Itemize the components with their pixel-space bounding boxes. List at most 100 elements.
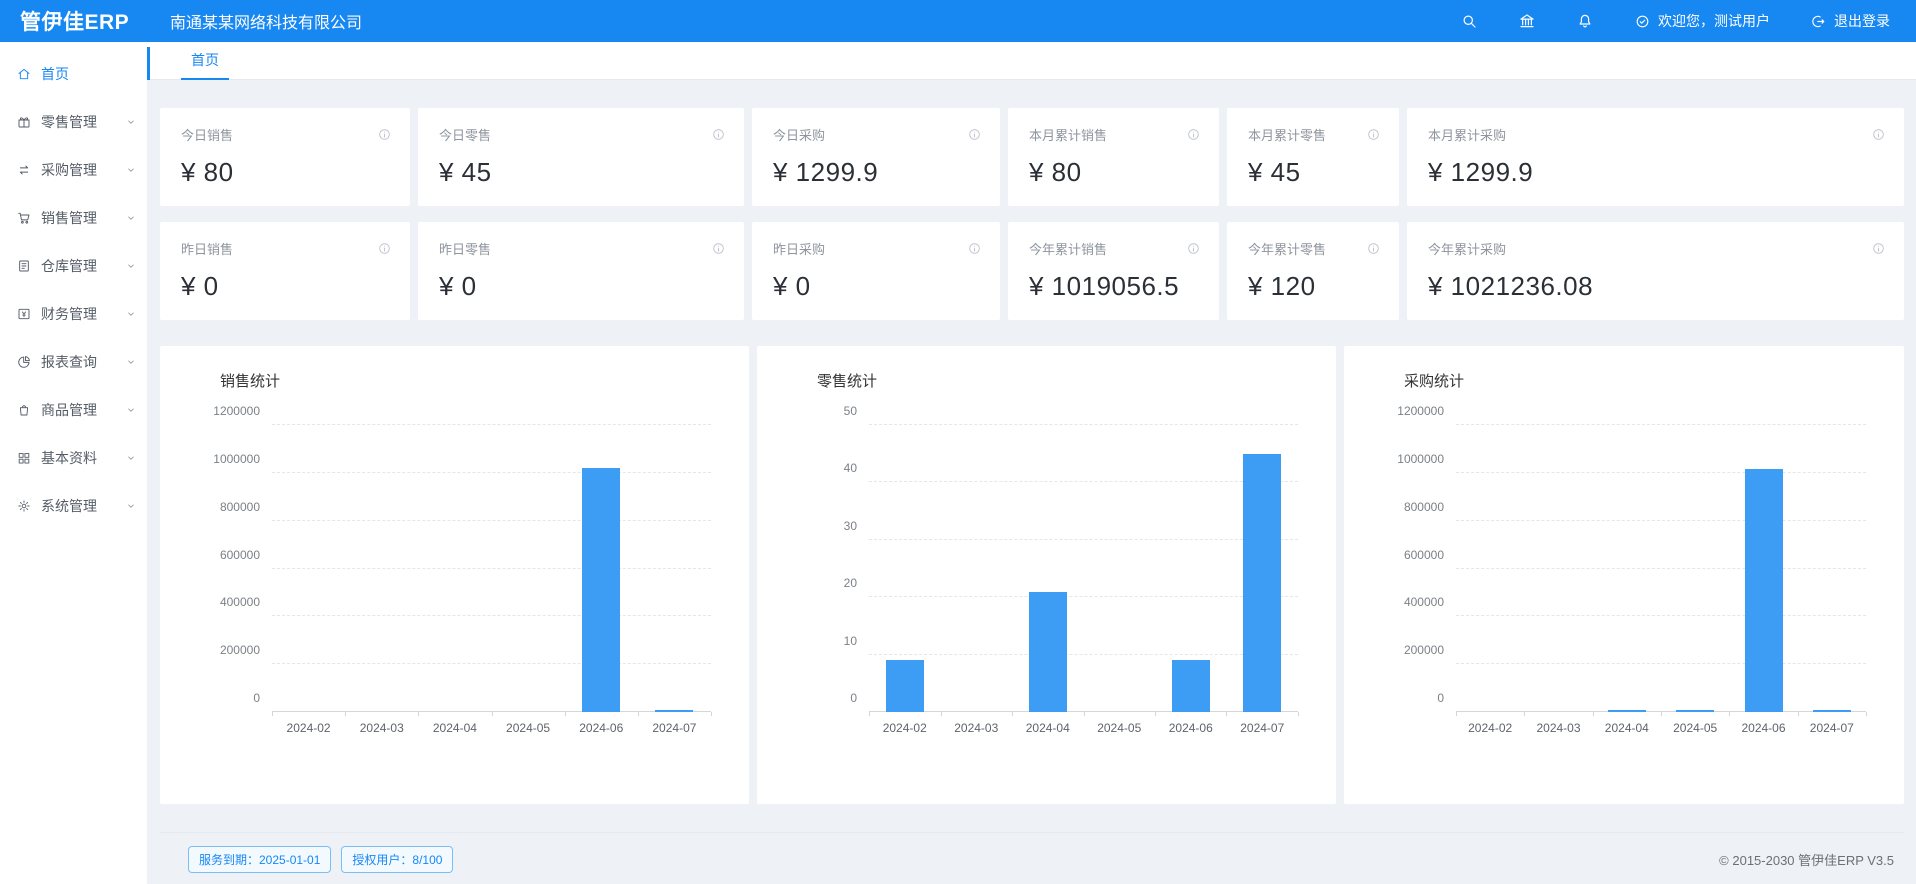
y-axis-tick-label: 400000 [1404,595,1444,609]
x-axis-tick-label: 2024-03 [340,721,424,735]
basic-grid-icon [16,450,32,466]
stat-card-value: ¥ 0 [181,271,392,302]
sidebar-item-warehouse[interactable]: 仓库管理 [0,242,147,290]
x-axis-tick [941,712,942,716]
search-icon[interactable] [1460,12,1478,30]
stat-card-value: ¥ 1299.9 [773,157,982,188]
gridline [1456,520,1866,521]
x-axis-tick-label: 2024-02 [267,721,351,735]
chart-card: 销售统计020000040000060000080000010000001200… [160,346,749,804]
stat-card-header: 昨日采购 [773,239,982,258]
sidebar-item-label: 基本资料 [41,448,125,468]
bar [886,660,924,712]
chevron-down-icon [125,212,137,224]
info-icon[interactable] [1186,241,1201,256]
sidebar-item-label: 商品管理 [41,400,125,420]
sidebar-item-purchase[interactable]: 采购管理 [0,146,147,194]
sidebar-item-basicdata[interactable]: 基本资料 [0,434,147,482]
x-axis-tick [1729,712,1730,716]
sidebar-item-goods[interactable]: 商品管理 [0,386,147,434]
stat-card-title: 今日零售 [439,125,491,144]
info-icon[interactable] [711,127,726,142]
tab-bar-accent [147,47,150,80]
stat-card-value: ¥ 80 [181,157,392,188]
gridline [869,539,1298,540]
x-axis-tick [1798,712,1799,716]
header-actions: 欢迎您，测试用户 退出登录 [1420,11,1916,31]
sidebar-item-sales[interactable]: 销售管理 [0,194,147,242]
user-circle-icon [1634,13,1651,30]
stat-card: 昨日采购¥ 0 [752,222,1000,320]
info-icon[interactable] [1186,127,1201,142]
x-axis-tick-label: 2024-04 [413,721,497,735]
x-axis-tick [1593,712,1594,716]
gridline [869,424,1298,425]
stat-card-header: 今年累计销售 [1029,239,1201,258]
sidebar-item-label: 首页 [41,64,137,84]
sidebar-item-home[interactable]: 首页 [0,50,147,98]
sidebar-item-reports[interactable]: 报表查询 [0,338,147,386]
y-axis-tick-label: 1000000 [213,452,260,466]
info-icon[interactable] [967,127,982,142]
sidebar-item-label: 报表查询 [41,352,125,372]
sidebar-item-finance[interactable]: 财务管理 [0,290,147,338]
x-axis-tick [418,712,419,716]
chevron-down-icon [125,164,137,176]
logout-text: 退出登录 [1834,11,1890,31]
x-axis-tick [1456,712,1457,716]
chart-card: 采购统计020000040000060000080000010000001200… [1344,346,1904,804]
stat-card-value: ¥ 1021236.08 [1428,271,1886,302]
tab-home[interactable]: 首页 [171,42,239,80]
x-axis-tick [1298,712,1299,716]
stat-card-title: 昨日销售 [181,239,233,258]
y-axis-tick-label: 200000 [220,643,260,657]
footer: 服务到期：2025-01-01 授权用户：8/100 © 2015-2030 管… [160,832,1904,873]
info-icon[interactable] [1366,127,1381,142]
stat-card: 本月累计零售¥ 45 [1227,108,1399,206]
chevron-down-icon [125,116,137,128]
y-axis-tick-label: 1000000 [1397,452,1444,466]
bar [1029,592,1067,713]
info-icon[interactable] [377,127,392,142]
gridline [272,568,711,569]
y-axis-tick-label: 1200000 [213,404,260,418]
logout-button[interactable]: 退出登录 [1810,11,1890,31]
gridline [1456,568,1866,569]
info-icon[interactable] [377,241,392,256]
bell-icon[interactable] [1576,12,1594,30]
info-icon[interactable] [1366,241,1381,256]
gridline [869,481,1298,482]
stat-card-value: ¥ 1299.9 [1428,157,1886,188]
stat-card-header: 昨日销售 [181,239,392,258]
x-axis-tick [1524,712,1525,716]
x-axis-tick [711,712,712,716]
y-axis-tick-label: 30 [844,519,857,533]
stat-card-header: 今日销售 [181,125,392,144]
chevron-down-icon [125,308,137,320]
purchase-swap-icon [16,162,32,178]
stat-card: 本月累计销售¥ 80 [1008,108,1219,206]
sidebar-item-system[interactable]: 系统管理 [0,482,147,530]
stat-card-title: 本月累计销售 [1029,125,1107,144]
user-welcome[interactable]: 欢迎您，测试用户 [1634,11,1770,31]
welcome-text: 欢迎您，测试用户 [1658,11,1770,31]
x-axis-tick [1155,712,1156,716]
info-icon[interactable] [967,241,982,256]
stat-card-title: 今年累计零售 [1248,239,1326,258]
chevron-down-icon [125,452,137,464]
info-icon[interactable] [711,241,726,256]
bank-icon[interactable] [1518,12,1536,30]
sidebar-item-retail[interactable]: 零售管理 [0,98,147,146]
chart-card: 零售统计010203040502024-022024-032024-042024… [757,346,1336,804]
stat-card-header: 今日采购 [773,125,982,144]
chart-title: 销售统计 [220,370,280,391]
y-axis-tick-label: 10 [844,634,857,648]
home-icon [16,66,32,82]
app-logo: 管伊佳ERP [0,6,147,36]
gridline [272,615,711,616]
stat-card: 今年累计销售¥ 1019056.5 [1008,222,1219,320]
info-icon[interactable] [1871,127,1886,142]
y-axis-tick-label: 1200000 [1397,404,1444,418]
info-icon[interactable] [1871,241,1886,256]
warehouse-doc-icon [16,258,32,274]
